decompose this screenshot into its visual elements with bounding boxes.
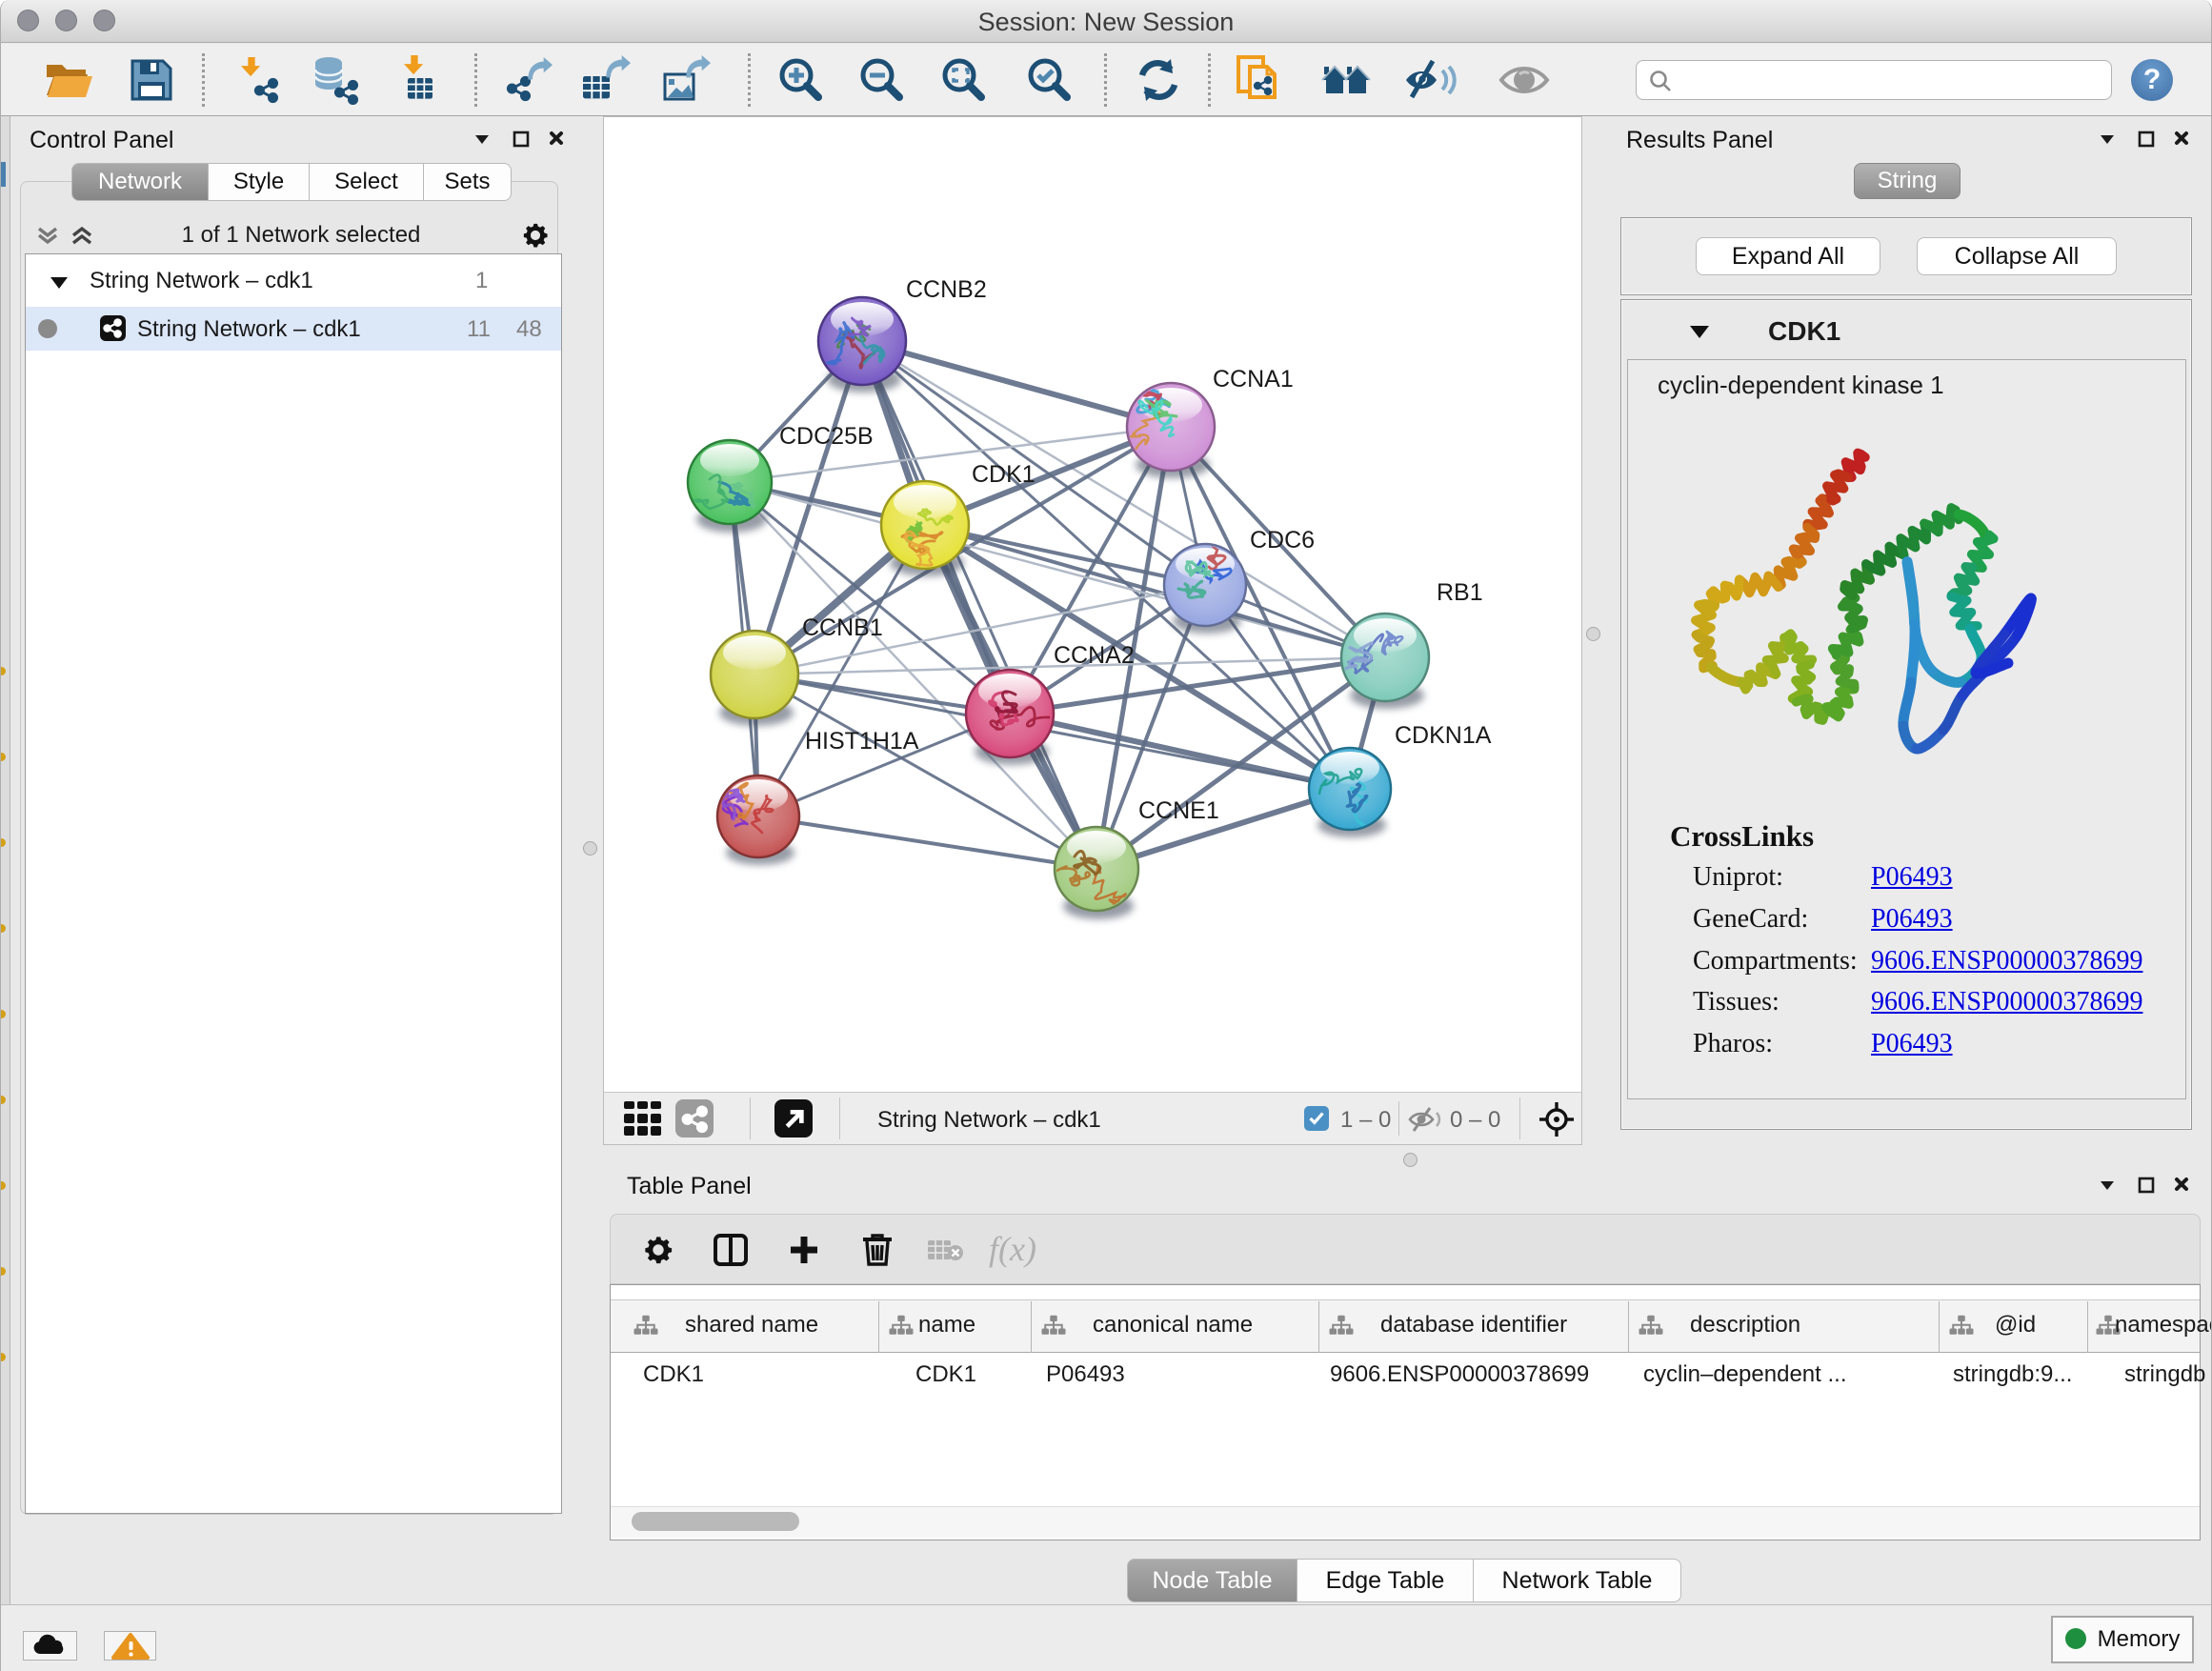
svg-text:CCNE1: CCNE1 — [1138, 797, 1219, 824]
svg-text:CDC6: CDC6 — [1250, 527, 1315, 554]
svg-text:CDK1: CDK1 — [972, 461, 1036, 488]
svg-text:CDC25B: CDC25B — [779, 423, 874, 450]
svg-text:CCNB1: CCNB1 — [802, 614, 883, 641]
svg-text:CCNA2: CCNA2 — [1054, 642, 1135, 669]
svg-text:CCNB2: CCNB2 — [906, 276, 987, 303]
svg-text:CDKN1A: CDKN1A — [1395, 722, 1492, 749]
svg-text:HIST1H1A: HIST1H1A — [805, 728, 919, 755]
svg-text:RB1: RB1 — [1437, 579, 1483, 606]
svg-text:CCNA1: CCNA1 — [1213, 366, 1294, 393]
